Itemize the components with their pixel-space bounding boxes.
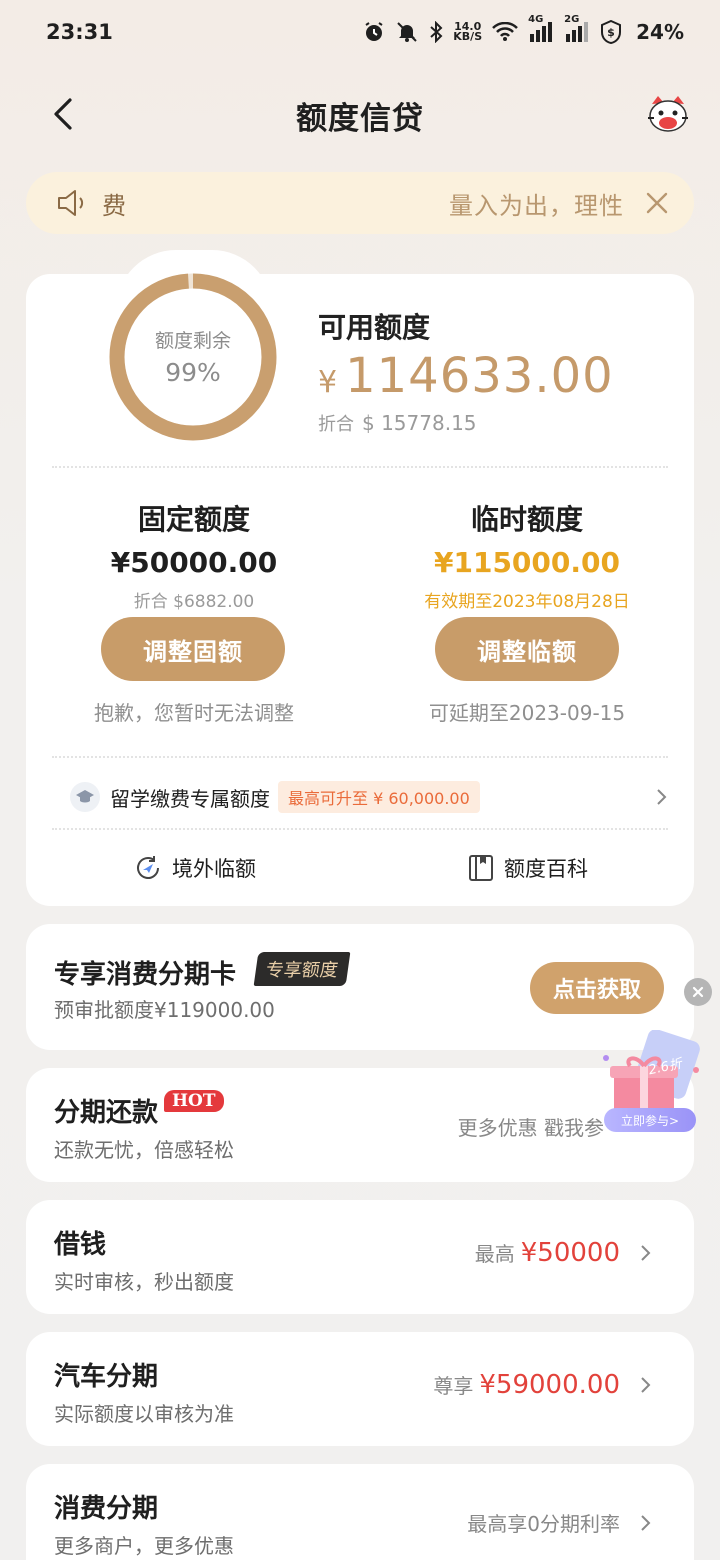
consumer-installment-promo: 最高享0分期利率 [467, 1508, 654, 1537]
status-icons: 14.0 KB/S 4G 2G $ 24% [363, 14, 684, 44]
temp-credit-amount: ¥115000.00 [434, 546, 620, 579]
car-loan-value: ¥59000.00 [479, 1370, 620, 1400]
available-credit-title: 可用额度 [318, 311, 431, 344]
notice-text-right: 量入为出，理性 [449, 191, 624, 220]
battery-level: 24% [636, 20, 684, 44]
mascot-cat-icon[interactable] [644, 90, 692, 138]
consumer-installment-promo-text: 最高享0分期利率 [467, 1512, 620, 1536]
net-speed-unit: KB/S [453, 30, 483, 43]
study-abroad-row[interactable]: 留学缴费专属额度 最高可升至 ¥ 60,000.00 [70, 774, 670, 820]
consumer-installment-title: 消费分期 [54, 1494, 159, 1524]
fixed-credit-column: 固定额度 ¥50000.00 折合 $6882.00 [44, 498, 344, 612]
chevron-right-icon [641, 1245, 651, 1261]
chevron-left-icon[interactable] [44, 94, 84, 134]
status-bar: 23:31 14.0 KB/S 4G 2G $ 24% [0, 0, 720, 64]
fixed-credit-note: 抱歉，您暂时无法调整 [94, 701, 294, 725]
study-abroad-label: 留学缴费专属额度 [110, 786, 270, 811]
credit-wiki-label: 额度百科 [504, 857, 588, 881]
chevron-right-icon [657, 789, 667, 805]
installment-card-subtitle: 预审批额度¥119000.00 [54, 998, 275, 1022]
car-loan-label: 尊享 [433, 1374, 474, 1398]
net-speed: 14.0 KB/S [453, 21, 483, 43]
graduation-cap-icon [70, 782, 100, 812]
notice-text-left: 费 [102, 191, 126, 220]
currency-symbol: ¥ [318, 365, 338, 400]
convert-prefix: 折合 [318, 414, 354, 435]
hot-badge: HOT [164, 1090, 224, 1112]
signal-4g-label: 4G [528, 14, 544, 25]
fixed-credit-convert: 折合 $6882.00 [133, 592, 255, 612]
signal-4g-icon: 4G [528, 14, 554, 42]
borrow-max-label: 最高 [474, 1242, 515, 1266]
wifi-icon [492, 22, 519, 42]
shield-dollar-icon: $ [600, 20, 622, 44]
borrow-subtitle: 实时审核，秒出额度 [54, 1270, 234, 1294]
ring-label: 额度剩余 [154, 330, 231, 352]
close-icon[interactable] [642, 188, 672, 218]
close-icon [692, 986, 704, 998]
speaker-icon [58, 190, 84, 216]
overseas-credit-link[interactable]: 境外临额 [134, 848, 256, 888]
installment-card[interactable]: 专享消费分期卡 专享额度 预审批额度¥119000.00 点击获取 [26, 924, 694, 1050]
convert-amount: $ 15778.15 [362, 411, 477, 435]
installment-repay-card[interactable]: 分期还款 HOT 还款无忧，倍感轻松 更多优惠 戳我参 [26, 1068, 694, 1182]
overseas-credit-label: 境外临额 [172, 857, 256, 881]
car-loan-title: 汽车分期 [54, 1362, 159, 1392]
credit-ring-progress [109, 273, 277, 441]
temp-credit-column: 临时额度 ¥115000.00 有效期至2023年08月28日 [377, 498, 677, 612]
page-title: 额度信贷 [296, 100, 424, 137]
signal-2g-label: 2G [564, 14, 580, 25]
credit-ring [109, 273, 277, 441]
nav-bar: 额度信贷 [0, 72, 720, 158]
installment-card-title: 专享消费分期卡 [54, 960, 237, 990]
notice-bar[interactable]: 费 量入为出，理性 [26, 172, 694, 234]
fixed-credit-title: 固定额度 [137, 503, 250, 536]
divider [52, 466, 668, 468]
alarm-icon [363, 21, 385, 43]
installment-repay-title: 分期还款 [54, 1098, 159, 1128]
credit-wiki-link[interactable]: 额度百科 [468, 848, 588, 888]
borrow-max-value: ¥50000 [520, 1238, 620, 1268]
temp-credit-title: 临时额度 [470, 503, 583, 536]
consumer-installment-card[interactable]: 消费分期 更多商户，更多优惠 最高享0分期利率 [26, 1464, 694, 1560]
plane-refresh-icon [137, 856, 159, 879]
car-loan-amount: 尊享 ¥59000.00 [433, 1370, 654, 1400]
borrow-card[interactable]: 借钱 实时审核，秒出额度 最高 ¥50000 [26, 1200, 694, 1314]
installment-repay-promo-text: 更多优惠 戳我参 [457, 1116, 604, 1140]
available-credit-amount: ¥ 114633.00 [318, 348, 614, 404]
temp-credit-note: 可延期至2023-09-15 [428, 701, 626, 725]
get-now-button[interactable]: 点击获取 [530, 962, 664, 1014]
available-amount-value: 114633.00 [345, 348, 614, 404]
status-time: 23:31 [46, 20, 113, 44]
borrow-max: 最高 ¥50000 [475, 1238, 654, 1268]
fixed-credit-amount: ¥50000.00 [110, 546, 278, 579]
car-loan-card[interactable]: 汽车分期 实际额度以审核为准 尊享 ¥59000.00 [26, 1332, 694, 1446]
car-loan-subtitle: 实际额度以审核为准 [54, 1402, 234, 1426]
temp-credit-validity: 有效期至2023年08月28日 [424, 592, 630, 612]
adjust-fixed-button[interactable]: 调整固额 [101, 617, 285, 681]
signal-2g-icon: 2G [564, 14, 590, 42]
svg-text:$: $ [607, 26, 615, 39]
divider [52, 756, 668, 758]
borrow-title: 借钱 [54, 1230, 107, 1260]
exclusive-badge: 专享额度 [253, 952, 351, 986]
chevron-right-icon [641, 1377, 651, 1393]
book-icon [469, 855, 493, 881]
floating-ad-close-button[interactable] [684, 978, 712, 1006]
chevron-right-icon [641, 1514, 651, 1531]
ring-percent: 99% [165, 358, 221, 387]
mute-bell-icon [395, 21, 419, 43]
installment-repay-promo: 更多优惠 戳我参 [458, 1112, 604, 1141]
installment-repay-subtitle: 还款无忧，倍感轻松 [54, 1138, 234, 1162]
consumer-installment-subtitle: 更多商户，更多优惠 [54, 1534, 234, 1558]
adjust-temp-button[interactable]: 调整临额 [435, 617, 619, 681]
study-abroad-badge: 最高可升至 ¥ 60,000.00 [278, 781, 480, 813]
bluetooth-icon [429, 21, 443, 43]
divider [52, 828, 668, 830]
available-converted: 折合 $ 15778.15 [318, 410, 477, 436]
join-now-button[interactable]: 立即参与> [604, 1108, 696, 1132]
